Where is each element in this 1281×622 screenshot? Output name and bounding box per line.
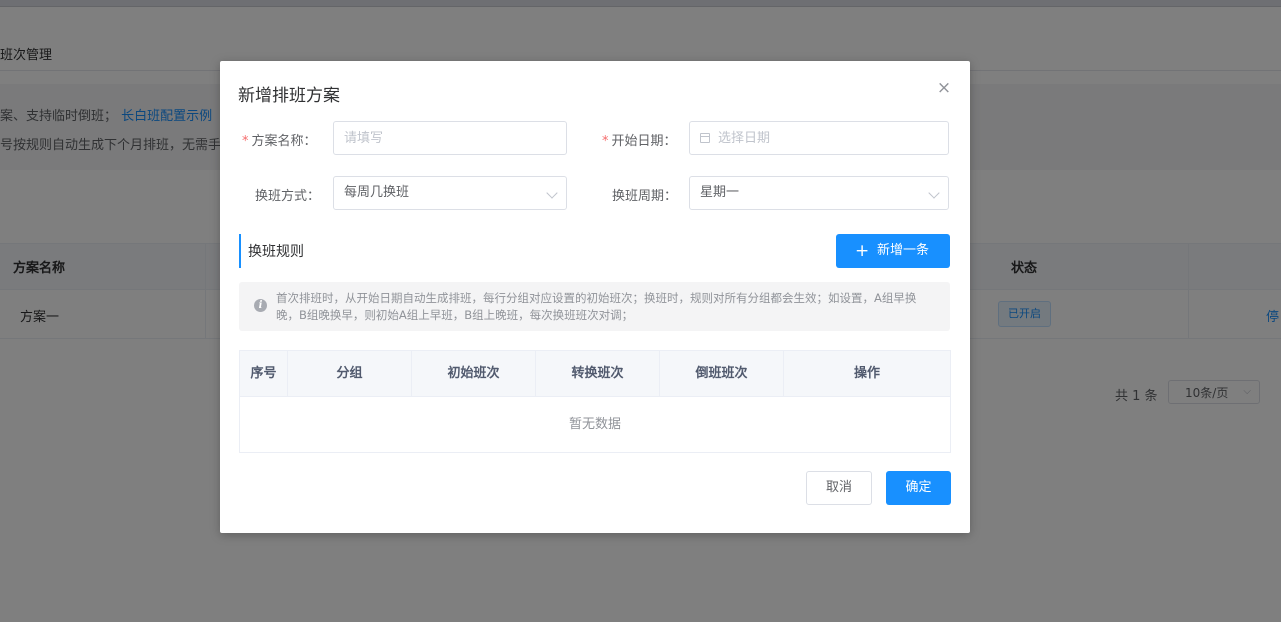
shift-mode-label: 换班方式： [255,189,321,204]
column-header-actions: 操作 [853,366,880,381]
shift-cycle-label: 换班周期： [612,189,678,204]
plan-name-input[interactable] [344,122,556,154]
start-date-label-text: 开始日期： [611,134,677,149]
rules-table: 序号 分组 初始班次 转换班次 倒班班次 操作 暂无数据 [239,350,951,453]
rules-tip: i 首次排班时，从开始日期自动生成排班，每行分组对应设置的初始班次；换班时，规则… [239,282,950,331]
cancel-button[interactable]: 取消 [806,471,872,505]
plan-name-label-text: 方案名称： [251,134,317,149]
rules-table-header: 序号 分组 初始班次 转换班次 倒班班次 操作 [240,351,950,397]
shift-cycle-value: 星期一 [700,185,740,200]
required-mark: * [602,134,609,149]
section-accent-bar [239,234,241,268]
rules-tip-text: 首次排班时，从开始日期自动生成排班，每行分组对应设置的初始班次；换班时，规则对所… [276,291,917,322]
shift-cycle-select[interactable]: 星期一 [689,176,949,210]
empty-state: 暂无数据 [568,417,621,432]
start-date-picker[interactable] [689,121,949,155]
add-rule-label: 新增一条 [877,243,930,258]
required-mark: * [242,134,249,149]
shift-mode-select[interactable]: 每周几换班 [333,176,567,210]
start-date-input[interactable] [718,122,938,154]
add-schedule-plan-dialog: 新增排班方案 × *方案名称： *开始日期： 换班方式： 每周几换班 换班周期：… [220,61,970,533]
column-header-initial-shift: 初始班次 [412,351,536,396]
plus-icon: + [855,241,870,261]
start-date-label: * 开始日期： [602,130,677,149]
shift-mode-value: 每周几换班 [344,185,410,200]
plan-name-label: * 方案名称： [242,130,317,149]
chevron-down-icon [546,187,558,199]
column-header-rotate-shift: 倒班班次 [660,351,784,396]
close-icon[interactable]: × [936,79,952,97]
confirm-button[interactable]: 确定 [886,471,951,505]
plan-name-field[interactable] [333,121,567,155]
column-header-switch-shift: 转换班次 [536,351,660,396]
column-header-index: 序号 [240,351,288,396]
chevron-down-icon [928,187,940,199]
column-header-group: 分组 [288,351,412,396]
dialog-title: 新增排班方案 [238,86,340,106]
info-icon: i [254,299,267,312]
rules-section-title: 换班规则 [248,244,304,260]
add-rule-button[interactable]: + 新增一条 [836,234,950,268]
calendar-icon [700,133,710,143]
